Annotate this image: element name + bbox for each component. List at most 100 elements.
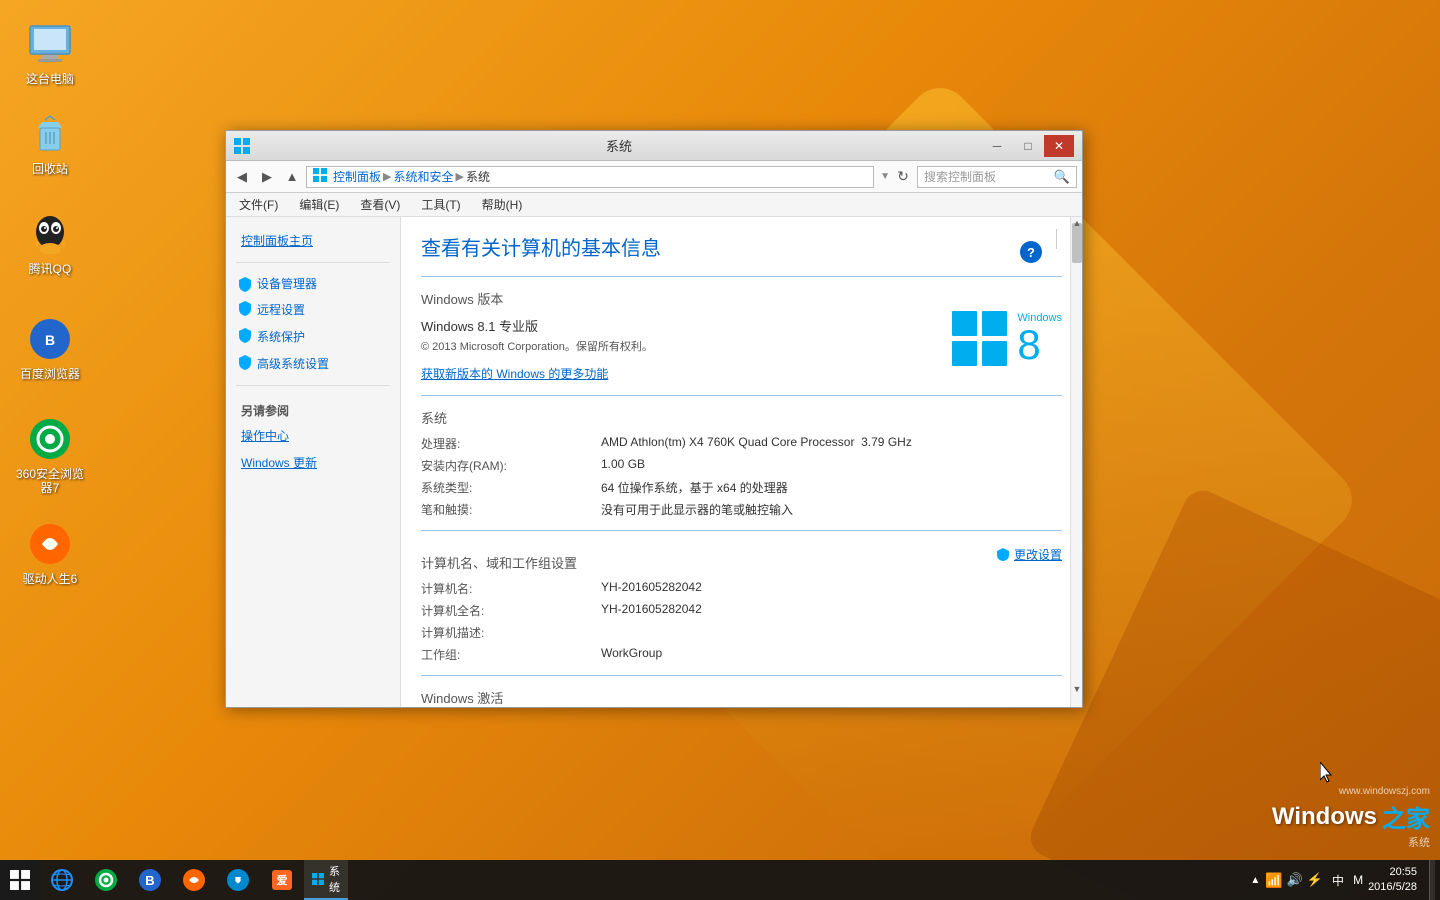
computer-name-grid: 计算机名: YH-201605282042 计算机全名: YH-20160528… <box>421 580 1062 663</box>
show-desktop-button[interactable] <box>1429 860 1435 900</box>
scrollbar-track[interactable]: ▼ ▲ <box>1070 217 1082 707</box>
desktop-icon-drive-label: 驱动人生6 <box>23 572 78 586</box>
ram-label: 安装内存(RAM): <box>421 457 601 474</box>
taskbar-compass-icon[interactable] <box>216 860 260 900</box>
search-box[interactable]: 搜索控制面板 🔍 <box>917 166 1077 188</box>
sidebar-remote[interactable]: 远程设置 <box>226 296 400 323</box>
desktop-icon-drive[interactable]: 驱动人生6 <box>15 520 85 586</box>
computer-fqdn-value: YH-201605282042 <box>601 602 1062 619</box>
ram-value: 1.00 GB <box>601 457 1062 474</box>
sidebar-advanced[interactable]: 高级系统设置 <box>226 350 400 377</box>
taskbar-system-icon[interactable]: 系统 <box>304 860 348 900</box>
refresh-button[interactable]: ↻ <box>892 166 914 188</box>
scrollbar-down-arrow[interactable]: ▼ <box>1071 683 1082 695</box>
system-header: 系统 <box>421 408 1062 427</box>
start-button[interactable] <box>0 860 40 900</box>
scrollbar-up-arrow[interactable]: ▲ <box>1071 217 1082 229</box>
pen-touch-value: 没有可用于此显示器的笔或触控输入 <box>601 501 1062 518</box>
tray-icons: 📶 🔊 ⚡ <box>1265 872 1323 889</box>
breadcrumb-security[interactable]: 系统和安全 <box>393 168 453 185</box>
breadcrumb-panel[interactable]: 控制面板 <box>333 168 381 185</box>
taskbar-icons: B 爱 <box>40 860 1250 900</box>
taskbar-baidu-icon[interactable]: B <box>128 860 172 900</box>
desktop-icon-recycle-label: 回收站 <box>32 162 68 176</box>
computer-name-value: YH-201605282042 <box>601 580 1062 597</box>
sidebar-protection-label: 系统保护 <box>257 328 305 345</box>
shield-icon-2 <box>238 300 252 319</box>
system-window: 系统 ─ □ ✕ ◀ ▶ ▲ 控制面板 ▶ 系统和安全 ▶ <box>225 130 1083 708</box>
addressbar: ◀ ▶ ▲ 控制面板 ▶ 系统和安全 ▶ 系统 ▼ ↻ <box>226 161 1082 193</box>
up-button[interactable]: ▲ <box>281 166 303 188</box>
section-divider-1 <box>421 276 1062 277</box>
desktop-icon-baidu[interactable]: B 百度浏览器 <box>15 315 85 381</box>
section-divider-3 <box>421 530 1062 531</box>
sidebar-control-panel-home[interactable]: 控制面板主页 <box>226 227 400 254</box>
shield-icon-3 <box>238 327 252 346</box>
shield-icon-1 <box>238 276 252 292</box>
search-label: 搜索控制面板 <box>924 168 1050 185</box>
menu-file[interactable]: 文件(F) <box>231 194 286 215</box>
breadcrumb-sep2: ▶ <box>456 170 464 183</box>
tray-m-indicator[interactable]: M <box>1353 873 1363 887</box>
more-features-link[interactable]: 获取新版本的 Windows 的更多功能 <box>421 367 608 381</box>
desktop-icon-recycle[interactable]: 回收站 <box>15 110 85 176</box>
tray-keyboard-indicator[interactable]: 中 <box>1328 872 1348 889</box>
sidebar-advanced-label: 高级系统设置 <box>257 355 329 372</box>
search-icon[interactable]: 🔍 <box>1054 169 1070 185</box>
window-body: 控制面板主页 设备管理器 远程设置 <box>226 217 1082 707</box>
close-button[interactable]: ✕ <box>1044 135 1074 157</box>
cursor <box>1320 762 1334 789</box>
desktop-icon-pc[interactable]: 这台电脑 <box>15 20 85 86</box>
system-type-label: 系统类型: <box>421 479 601 496</box>
menu-help[interactable]: 帮助(H) <box>474 194 531 215</box>
computer-desc-label: 计算机描述: <box>421 624 601 641</box>
tray-sound-icon[interactable]: 🔊 <box>1287 872 1303 888</box>
menu-view[interactable]: 查看(V) <box>352 194 408 215</box>
svg-text:爱: 爱 <box>277 874 288 887</box>
maximize-button[interactable]: □ <box>1013 135 1043 157</box>
address-path[interactable]: 控制面板 ▶ 系统和安全 ▶ 系统 <box>306 166 874 188</box>
tray-show-arrow[interactable]: ▲ <box>1250 875 1260 886</box>
minimize-button[interactable]: ─ <box>982 135 1012 157</box>
forward-button[interactable]: ▶ <box>256 166 278 188</box>
activation-header: Windows 激活 <box>421 688 1062 707</box>
menu-edit[interactable]: 编辑(E) <box>291 194 347 215</box>
menu-tools[interactable]: 工具(T) <box>413 194 468 215</box>
taskbar-icon-6[interactable]: 爱 <box>260 860 304 900</box>
dropdown-arrow[interactable]: ▼ <box>880 171 890 182</box>
sidebar-device-manager[interactable]: 设备管理器 <box>226 271 400 296</box>
computer-name-label: 计算机名: <box>421 580 601 597</box>
tray-time[interactable]: 20:55 2016/5/28 <box>1368 865 1422 896</box>
titlebar[interactable]: 系统 ─ □ ✕ <box>226 131 1082 161</box>
time-display: 20:55 <box>1368 865 1417 880</box>
desktop: 这台电脑 回收站 <box>0 0 1440 900</box>
window-controls: ─ □ ✕ <box>982 135 1074 157</box>
sidebar-protection[interactable]: 系统保护 <box>226 323 400 350</box>
taskbar-icon-4[interactable] <box>172 860 216 900</box>
sidebar-windows-update[interactable]: Windows 更新 <box>226 449 400 476</box>
computer-name-header: 计算机名、域和工作组设置 <box>421 553 577 572</box>
sidebar-device-manager-label: 设备管理器 <box>257 275 317 292</box>
taskbar-360-icon[interactable] <box>84 860 128 900</box>
system-type-value: 64 位操作系统，基于 x64 的处理器 <box>601 479 1062 496</box>
back-button[interactable]: ◀ <box>231 166 253 188</box>
desktop-icon-360[interactable]: 360安全浏览器7 <box>15 415 85 496</box>
tray-battery-icon[interactable]: ⚡ <box>1307 872 1323 888</box>
shield-icon-4 <box>238 354 252 373</box>
help-button[interactable]: ? <box>1020 241 1042 263</box>
change-settings-link[interactable]: 更改设置 <box>1014 546 1062 563</box>
desktop-icon-qq-label: 腾讯QQ <box>29 262 72 276</box>
processor-value: AMD Athlon(tm) X4 760K Quad Core Process… <box>601 435 1062 452</box>
taskbar-ie-icon[interactable] <box>40 860 84 900</box>
pen-touch-label: 笔和触摸: <box>421 501 601 518</box>
sidebar-divider1 <box>236 262 390 263</box>
desktop-icon-qq[interactable]: 腾讯QQ <box>15 210 85 276</box>
scrollbar-thumb[interactable] <box>1072 223 1082 263</box>
workgroup-label: 工作组: <box>421 646 601 663</box>
windows-version-header: Windows 版本 <box>421 289 1062 308</box>
sidebar-also-title: 另请参阅 <box>226 394 400 422</box>
watermark-jiahao: 之家 <box>1382 799 1430 834</box>
sidebar-remote-label: 远程设置 <box>257 301 305 318</box>
sidebar-action-center[interactable]: 操作中心 <box>226 422 400 449</box>
tray-network-icon[interactable]: 📶 <box>1265 872 1282 889</box>
